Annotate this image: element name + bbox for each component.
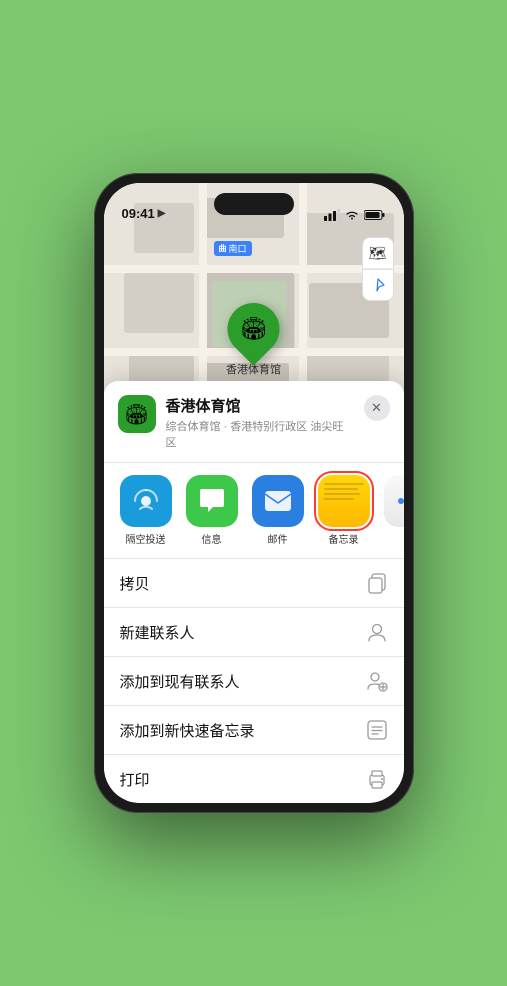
status-time: 09:41 ▶: [122, 206, 166, 221]
share-item-notes[interactable]: 备忘录: [316, 475, 372, 546]
location-button[interactable]: [362, 269, 394, 301]
share-item-messages[interactable]: 信息: [184, 475, 240, 546]
dot-1: [398, 498, 404, 504]
copy-icon: [366, 572, 388, 594]
quick-note-label: 添加到新快速备忘录: [120, 720, 255, 741]
notes-line-4: [324, 498, 354, 500]
notes-line-3: [324, 493, 360, 495]
location-pin: 🏟 香港体育馆: [226, 303, 281, 377]
messages-icon-wrapper: [186, 475, 238, 527]
place-header: 🏟 香港体育馆 综合体育馆 · 香港特别行政区 油尖旺区 ✕: [104, 395, 404, 463]
share-item-more[interactable]: 提: [382, 475, 404, 546]
print-icon: [366, 768, 388, 790]
status-icons: [324, 209, 386, 221]
close-icon: ✕: [371, 400, 382, 416]
place-icon: 🏟: [118, 395, 156, 433]
action-print[interactable]: 打印: [104, 755, 404, 803]
map-type-icon: 🗺: [369, 245, 387, 262]
pin-marker: 🏟: [217, 292, 291, 366]
more-dots: [398, 498, 404, 504]
pin-emoji: 🏟: [240, 316, 268, 342]
time-display: 09:41: [122, 206, 155, 221]
share-item-airdrop[interactable]: 隔空投送: [118, 475, 174, 546]
quick-note-icon: [366, 719, 388, 741]
map-controls: 🗺: [362, 237, 394, 301]
messages-label: 信息: [202, 531, 222, 546]
more-icon-wrapper: [384, 475, 404, 527]
action-new-contact[interactable]: 新建联系人: [104, 608, 404, 657]
place-name: 香港体育馆: [166, 395, 354, 416]
airdrop-label: 隔空投送: [126, 531, 166, 546]
map-type-button[interactable]: 🗺: [362, 237, 394, 269]
copy-label: 拷贝: [120, 573, 150, 594]
place-subtitle: 综合体育馆 · 香港特别行政区 油尖旺区: [166, 418, 354, 450]
messages-symbol: [197, 487, 227, 515]
close-button[interactable]: ✕: [364, 395, 390, 421]
share-row: 隔空投送 信息: [104, 463, 404, 559]
road-name: 南口: [229, 242, 247, 255]
road-label: 曲 南口: [214, 241, 252, 256]
add-contact-icon: [366, 670, 388, 692]
action-add-contact[interactable]: 添加到现有联系人: [104, 657, 404, 706]
notes-icon-wrapper: [318, 475, 370, 527]
notes-line-2: [324, 488, 358, 490]
battery-icon: [364, 209, 386, 221]
phone-frame: 09:41 ▶: [94, 173, 414, 813]
airdrop-icon: [120, 475, 172, 527]
share-item-mail[interactable]: 邮件: [250, 475, 306, 546]
airdrop-symbol: [132, 487, 160, 515]
action-quick-note[interactable]: 添加到新快速备忘录: [104, 706, 404, 755]
wifi-icon: [345, 210, 359, 220]
notes-label: 备忘录: [329, 531, 359, 546]
notes-lines: [318, 475, 370, 504]
action-copy[interactable]: 拷贝: [104, 559, 404, 608]
dynamic-island: [214, 193, 294, 215]
place-emoji: 🏟: [124, 402, 149, 427]
new-contact-label: 新建联系人: [120, 622, 195, 643]
bottom-sheet: 🏟 香港体育馆 综合体育馆 · 香港特别行政区 油尖旺区 ✕: [104, 381, 404, 803]
notes-line-1: [324, 483, 364, 485]
mail-icon-wrapper: [252, 475, 304, 527]
mail-label: 邮件: [268, 531, 288, 546]
phone-screen: 09:41 ▶: [104, 183, 404, 803]
new-contact-icon: [366, 621, 388, 643]
location-arrow-icon: [371, 278, 385, 292]
signal-icon: [324, 209, 340, 221]
action-list: 拷贝 新建联系人 添加到现有联系人: [104, 559, 404, 803]
location-arrow-icon: ▶: [158, 208, 166, 219]
place-info: 香港体育馆 综合体育馆 · 香港特别行政区 油尖旺区: [166, 395, 354, 450]
print-label: 打印: [120, 769, 150, 790]
add-contact-label: 添加到现有联系人: [120, 671, 240, 692]
mail-symbol: [263, 489, 293, 513]
